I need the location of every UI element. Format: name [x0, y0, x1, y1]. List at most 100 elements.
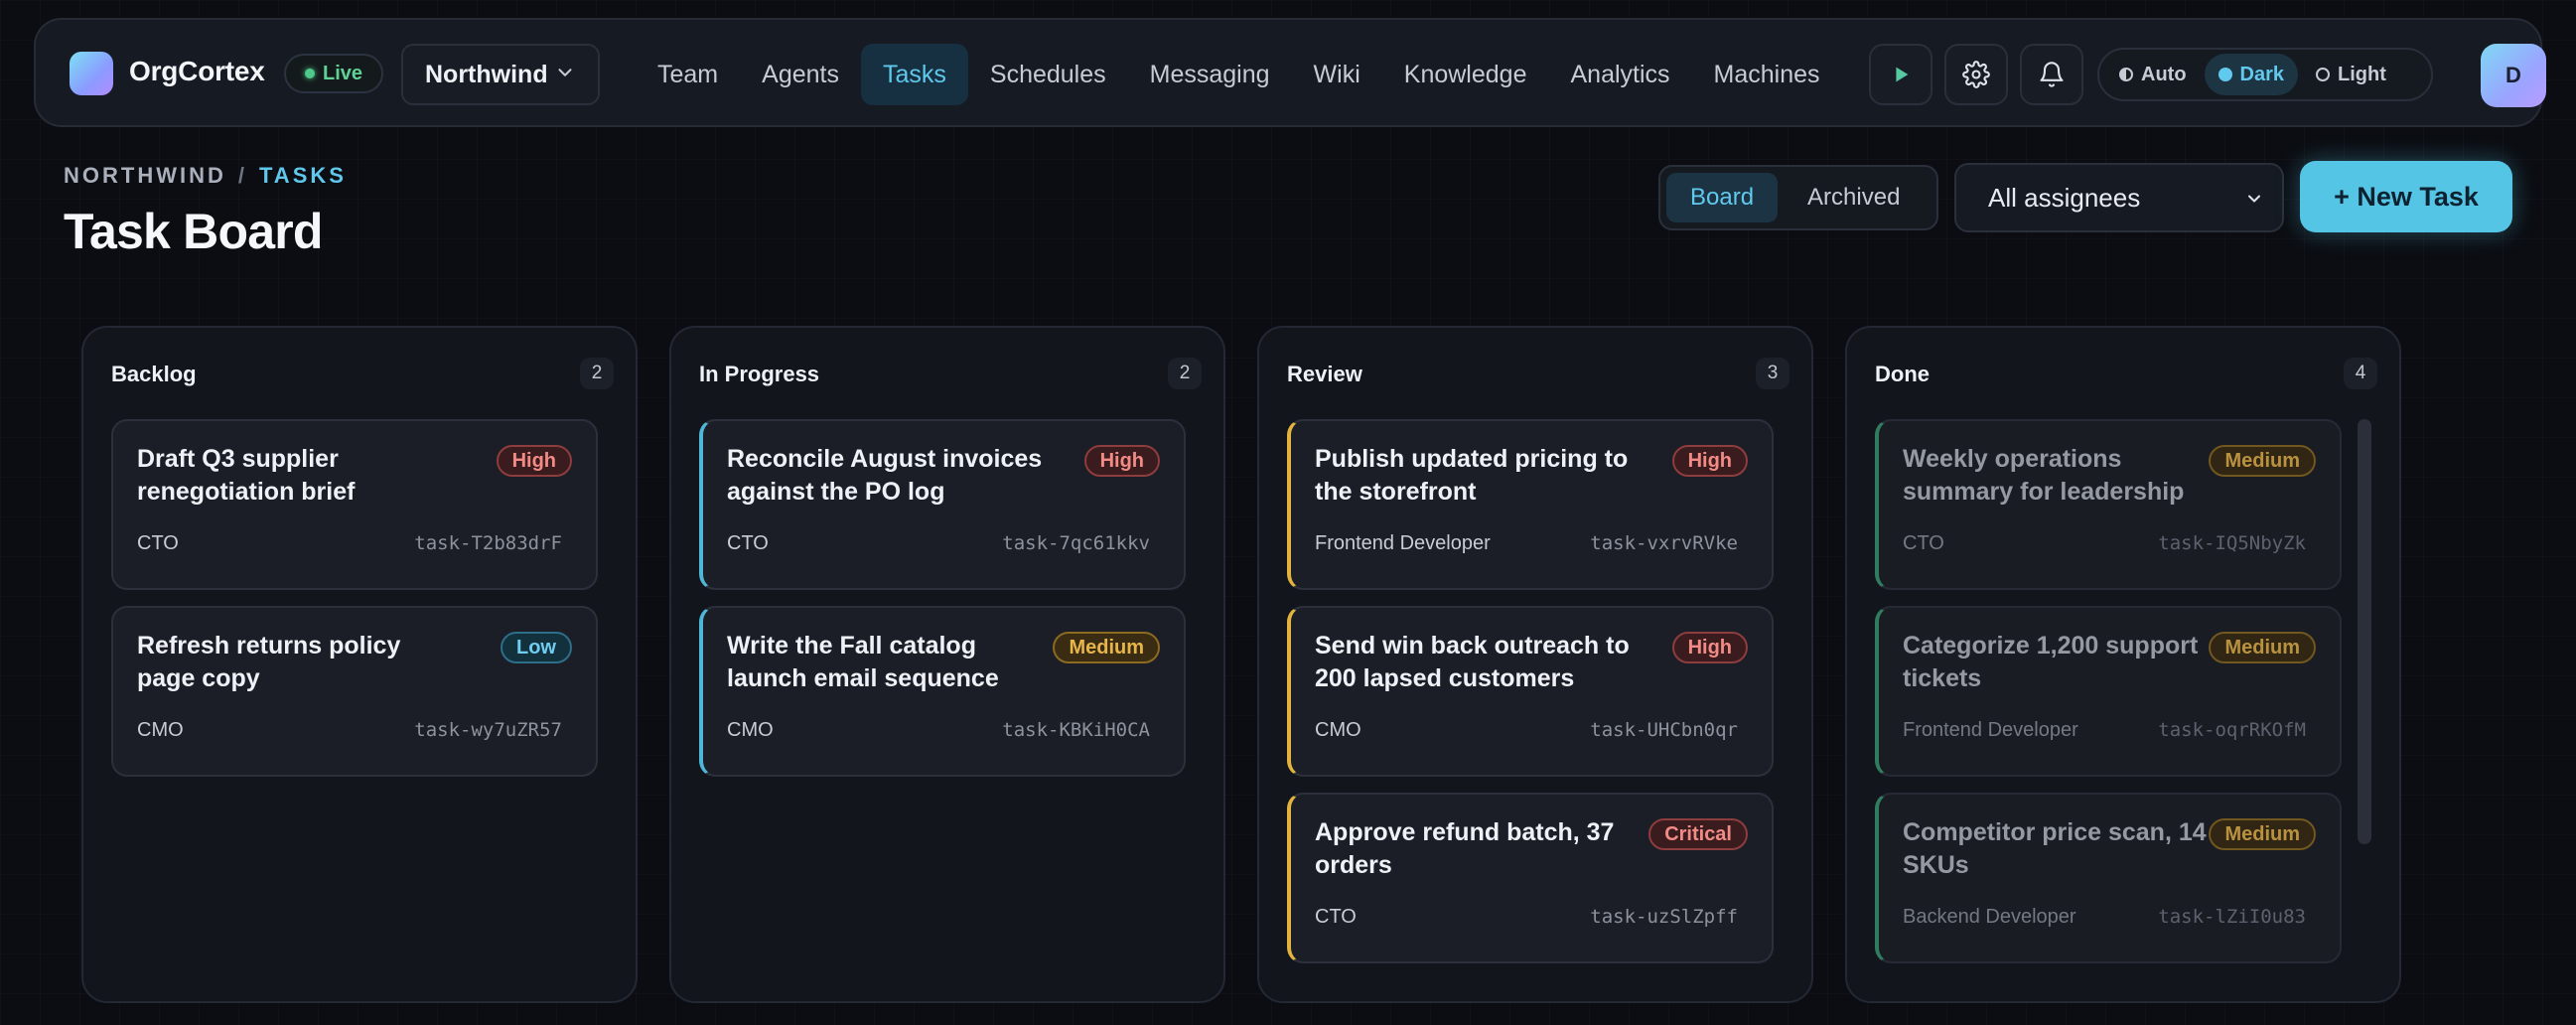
column-count-badge: 3 [1756, 358, 1789, 389]
column-title: Done [1875, 362, 1930, 386]
task-id: task-oqrRKOfM [2158, 719, 2306, 741]
priority-badge: High [1083, 445, 1160, 477]
run-button[interactable] [1869, 44, 1932, 105]
theme-option-auto[interactable]: Auto [2105, 54, 2201, 95]
assignee-filter-select[interactable]: All assignees [1954, 163, 2284, 232]
task-card[interactable]: Refresh returns policy page copy Low CMO… [111, 606, 598, 777]
column-count-badge: 2 [580, 358, 614, 389]
nav-item-wiki[interactable]: Wiki [1292, 44, 1382, 105]
priority-badge: Medium [1053, 632, 1160, 663]
task-id: task-uzSlZpff [1590, 906, 1738, 928]
main-nav: Team Agents Tasks Schedules Messaging Wi… [636, 44, 1842, 105]
task-id: task-IQ5NbyZk [2158, 532, 2306, 554]
nav-item-schedules[interactable]: Schedules [968, 44, 1128, 105]
priority-badge: High [1671, 445, 1748, 477]
view-option-archived[interactable]: Archived [1784, 173, 1924, 222]
view-toggle: Board Archived [1658, 165, 1938, 230]
task-assignee-role: Frontend Developer [1903, 719, 2078, 741]
theme-option-label: Auto [2141, 63, 2187, 85]
task-id: task-wy7uZR57 [414, 719, 562, 741]
breadcrumb-current: TASKS [259, 163, 347, 188]
task-title: Write the Fall catalog launch email sequ… [727, 632, 999, 692]
task-card[interactable]: Draft Q3 supplier renegotiation brief Hi… [111, 419, 598, 590]
task-id: task-KBKiH0CA [1002, 719, 1150, 741]
task-card[interactable]: Write the Fall catalog launch email sequ… [699, 606, 1186, 777]
live-status-text: Live [322, 62, 363, 84]
task-card[interactable]: Weekly operations summary for leadership… [1875, 419, 2342, 590]
half-circle-icon [2119, 68, 2133, 81]
task-title: Send win back outreach to 200 lapsed cus… [1315, 632, 1630, 692]
task-card[interactable]: Competitor price scan, 14 SKUs Medium Ba… [1875, 793, 2342, 963]
task-card[interactable]: Reconcile August invoices against the PO… [699, 419, 1186, 590]
task-title: Weekly operations summary for leadership [1903, 445, 2185, 506]
task-assignee-role: Backend Developer [1903, 906, 2076, 928]
task-assignee-role: CTO [1903, 532, 1944, 554]
theme-option-label: Dark [2239, 63, 2285, 85]
column-title: Backlog [111, 362, 197, 386]
nav-item-knowledge[interactable]: Knowledge [1382, 44, 1549, 105]
top-navigation-bar: OrgCortex Live Northwind Team Agents Tas… [34, 18, 2546, 127]
task-card[interactable]: Categorize 1,200 support tickets Medium … [1875, 606, 2342, 777]
nav-item-messaging[interactable]: Messaging [1128, 44, 1292, 105]
theme-option-dark[interactable]: Dark [2204, 54, 2299, 95]
column-backlog: Backlog 2 Draft Q3 supplier renegotiatio… [81, 326, 638, 1003]
chevron-down-icon [2248, 195, 2260, 203]
priority-badge: Low [501, 632, 572, 663]
task-card[interactable]: Approve refund batch, 37 orders Critical… [1287, 793, 1774, 963]
priority-badge: Medium [2209, 818, 2316, 850]
priority-badge: Medium [2209, 445, 2316, 477]
nav-item-tasks[interactable]: Tasks [860, 44, 968, 105]
breadcrumb-root[interactable]: NORTHWIND [64, 163, 226, 189]
task-assignee-role: CTO [1315, 906, 1357, 928]
notifications-button[interactable] [2020, 44, 2083, 105]
priority-badge: High [496, 445, 572, 477]
task-id: task-lZiI0u83 [2158, 906, 2306, 928]
nav-item-analytics[interactable]: Analytics [1548, 44, 1691, 105]
theme-option-light[interactable]: Light [2302, 54, 2400, 95]
live-dot-icon [304, 69, 315, 78]
column-done: Done 4 Weekly operations summary for lea… [1845, 326, 2401, 1003]
task-card[interactable]: Publish updated pricing to the storefron… [1287, 419, 1774, 590]
assignee-filter-value: All assignees [1988, 182, 2141, 213]
view-option-board[interactable]: Board [1666, 173, 1779, 222]
task-assignee-role: Frontend Developer [1315, 532, 1491, 554]
nav-item-agents[interactable]: Agents [740, 44, 861, 105]
workspace-select[interactable]: Northwind [401, 44, 600, 105]
priority-badge: High [1671, 632, 1748, 663]
app-name: OrgCortex [129, 56, 265, 86]
workspace-select-value: Northwind [425, 60, 548, 88]
filled-circle-icon [2218, 68, 2232, 81]
new-task-button[interactable]: + New Task [2300, 161, 2512, 232]
task-assignee-role: CMO [727, 719, 774, 741]
breadcrumb: NORTHWIND / TASKS [64, 163, 347, 189]
task-title: Competitor price scan, 14 SKUs [1903, 818, 2207, 879]
task-title: Publish updated pricing to the storefron… [1315, 445, 1629, 506]
task-assignee-role: CMO [137, 719, 184, 741]
task-card[interactable]: Send win back outreach to 200 lapsed cus… [1287, 606, 1774, 777]
gear-icon [1962, 61, 1990, 88]
page-title: Task Board [64, 204, 323, 259]
column-title: Review [1287, 362, 1362, 386]
breadcrumb-separator: / [237, 163, 247, 188]
theme-switcher: Auto Dark Light [2097, 48, 2433, 101]
user-avatar[interactable]: D [2481, 44, 2546, 107]
task-title: Approve refund batch, 37 orders [1315, 818, 1615, 879]
live-status-badge: Live [284, 54, 383, 93]
priority-badge: Medium [2209, 632, 2316, 663]
column-count-badge: 2 [1168, 358, 1202, 389]
settings-button[interactable] [1944, 44, 2008, 105]
task-title: Draft Q3 supplier renegotiation brief [137, 445, 356, 506]
theme-option-label: Light [2338, 63, 2386, 85]
task-title: Reconcile August invoices against the PO… [727, 445, 1043, 506]
task-id: task-UHCbn0qr [1590, 719, 1738, 741]
empty-circle-icon [2316, 68, 2331, 81]
column-scrollbar[interactable] [2358, 419, 2371, 844]
task-assignee-role: CTO [137, 532, 179, 554]
app-logo-icon[interactable] [70, 52, 113, 95]
task-id: task-vxrvRVke [1590, 532, 1738, 554]
nav-item-machines[interactable]: Machines [1692, 44, 1842, 105]
nav-item-team[interactable]: Team [636, 44, 740, 105]
column-review: Review 3 Publish updated pricing to the … [1257, 326, 1813, 1003]
play-icon [1896, 67, 1909, 82]
column-count-badge: 4 [2344, 358, 2377, 389]
